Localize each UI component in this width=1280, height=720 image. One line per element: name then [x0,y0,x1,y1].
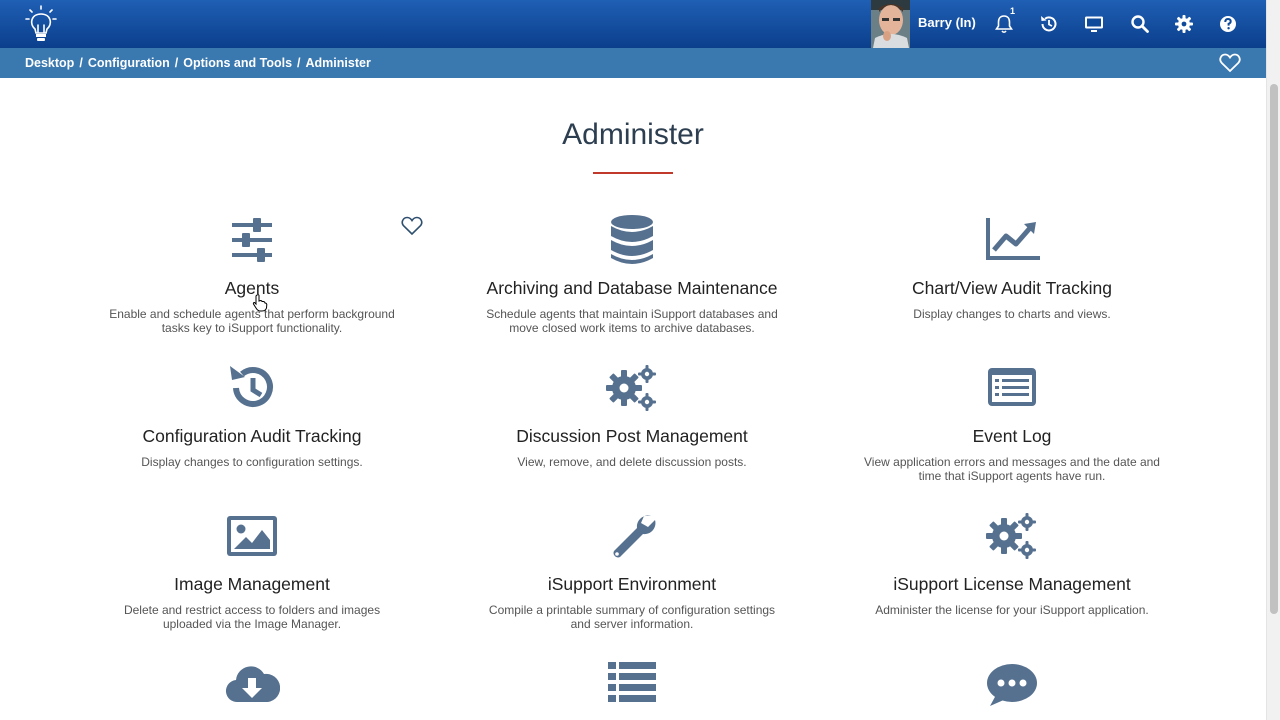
tile-description: Delete and restrict access to folders an… [123,603,381,631]
breadcrumb: Desktop / Configuration / Options and Tools /… [25,56,371,70]
bell-icon[interactable] [993,13,1015,35]
breadcrumb-configuration[interactable]: Configuration [88,56,170,70]
cogs-icon [606,365,656,411]
tile-description: Administer the license for your iSupport… [875,603,1149,617]
tile-description: Compile a printable summary of configura… [488,603,776,631]
user-name[interactable]: Barry (In) [918,15,976,30]
avatar[interactable] [871,0,910,48]
notification-badge: 1 [1010,6,1016,16]
tile-agents[interactable]: Agents Enable and schedule agents that p… [62,214,442,335]
tile-archiving-database-maintenance[interactable]: Archiving and Database Maintenance Sched… [442,214,822,335]
tile-title: Configuration Audit Tracking [142,426,362,446]
tile-discussion-post-management[interactable]: Discussion Post Management View, remove,… [442,362,822,469]
scrollbar-thumb[interactable] [1270,84,1278,614]
tile-description: View application errors and messages and… [864,455,1160,483]
breadcrumb-separator: / [79,56,83,70]
breadcrumb-options-and-tools[interactable]: Options and Tools [183,56,292,70]
list-alt-icon [988,368,1036,406]
tile-description: Schedule agents that maintain iSupport d… [486,307,778,335]
top-header: Barry (In) 1 [0,0,1266,48]
image-icon [227,516,277,556]
gear-icon[interactable] [1173,13,1195,35]
tile-chart-view-audit-tracking[interactable]: Chart/View Audit Tracking Display change… [822,214,1202,321]
breadcrumb-desktop[interactable]: Desktop [25,56,74,70]
tile-description: View, remove, and delete discussion post… [517,455,747,469]
history-icon[interactable] [1038,13,1060,35]
tile-description: Display changes to configuration setting… [141,455,363,469]
page-title: Administer [562,118,704,151]
cogs-icon [986,513,1036,559]
tile-title: Archiving and Database Maintenance [486,278,778,298]
tile-title: Chart/View Audit Tracking [911,278,1113,298]
favorite-heart-icon[interactable] [1219,53,1241,73]
breadcrumb-bar: Desktop / Configuration / Options and Tools /… [0,48,1266,78]
comment-dots-icon [987,664,1037,706]
monitor-icon[interactable] [1083,13,1105,35]
tile-configuration-audit-tracking[interactable]: Configuration Audit Tracking Display cha… [62,362,442,469]
tile-title: Event Log [972,426,1052,446]
cloud-download-icon [225,666,280,703]
tile-list[interactable] [442,658,822,710]
tile-image-management[interactable]: Image Management Delete and restrict acc… [62,510,442,631]
vertical-scrollbar[interactable] [1266,0,1280,720]
tile-title: Image Management [174,574,330,594]
hand-cursor-icon [252,294,268,312]
tile-cloud-download[interactable] [62,658,442,710]
breadcrumb-administer: Administer [305,56,371,70]
breadcrumb-separator: / [174,56,179,70]
wrench-icon [613,515,656,558]
line-chart-icon [986,218,1040,260]
tile-isupport-environment[interactable]: iSupport Environment Compile a printable… [442,510,822,631]
lightbulb-logo-icon[interactable] [24,5,58,43]
sliders-icon [232,218,272,262]
tile-title: iSupport License Management [893,574,1131,594]
tile-event-log[interactable]: Event Log View application errors and me… [822,362,1202,483]
title-underline [593,172,673,174]
search-icon[interactable] [1129,13,1151,35]
tile-comments[interactable] [822,658,1202,710]
list-icon [608,662,656,702]
tile-description: Display changes to charts and views. [913,307,1111,321]
history-icon [230,366,273,407]
breadcrumb-separator: / [297,56,301,70]
favorite-heart-icon[interactable] [401,216,423,236]
tile-title: iSupport Environment [547,574,717,594]
tile-isupport-license-management[interactable]: iSupport License Management Administer t… [822,510,1202,617]
tile-title: Discussion Post Management [516,426,748,446]
database-icon [611,215,653,264]
help-icon[interactable] [1217,13,1239,35]
